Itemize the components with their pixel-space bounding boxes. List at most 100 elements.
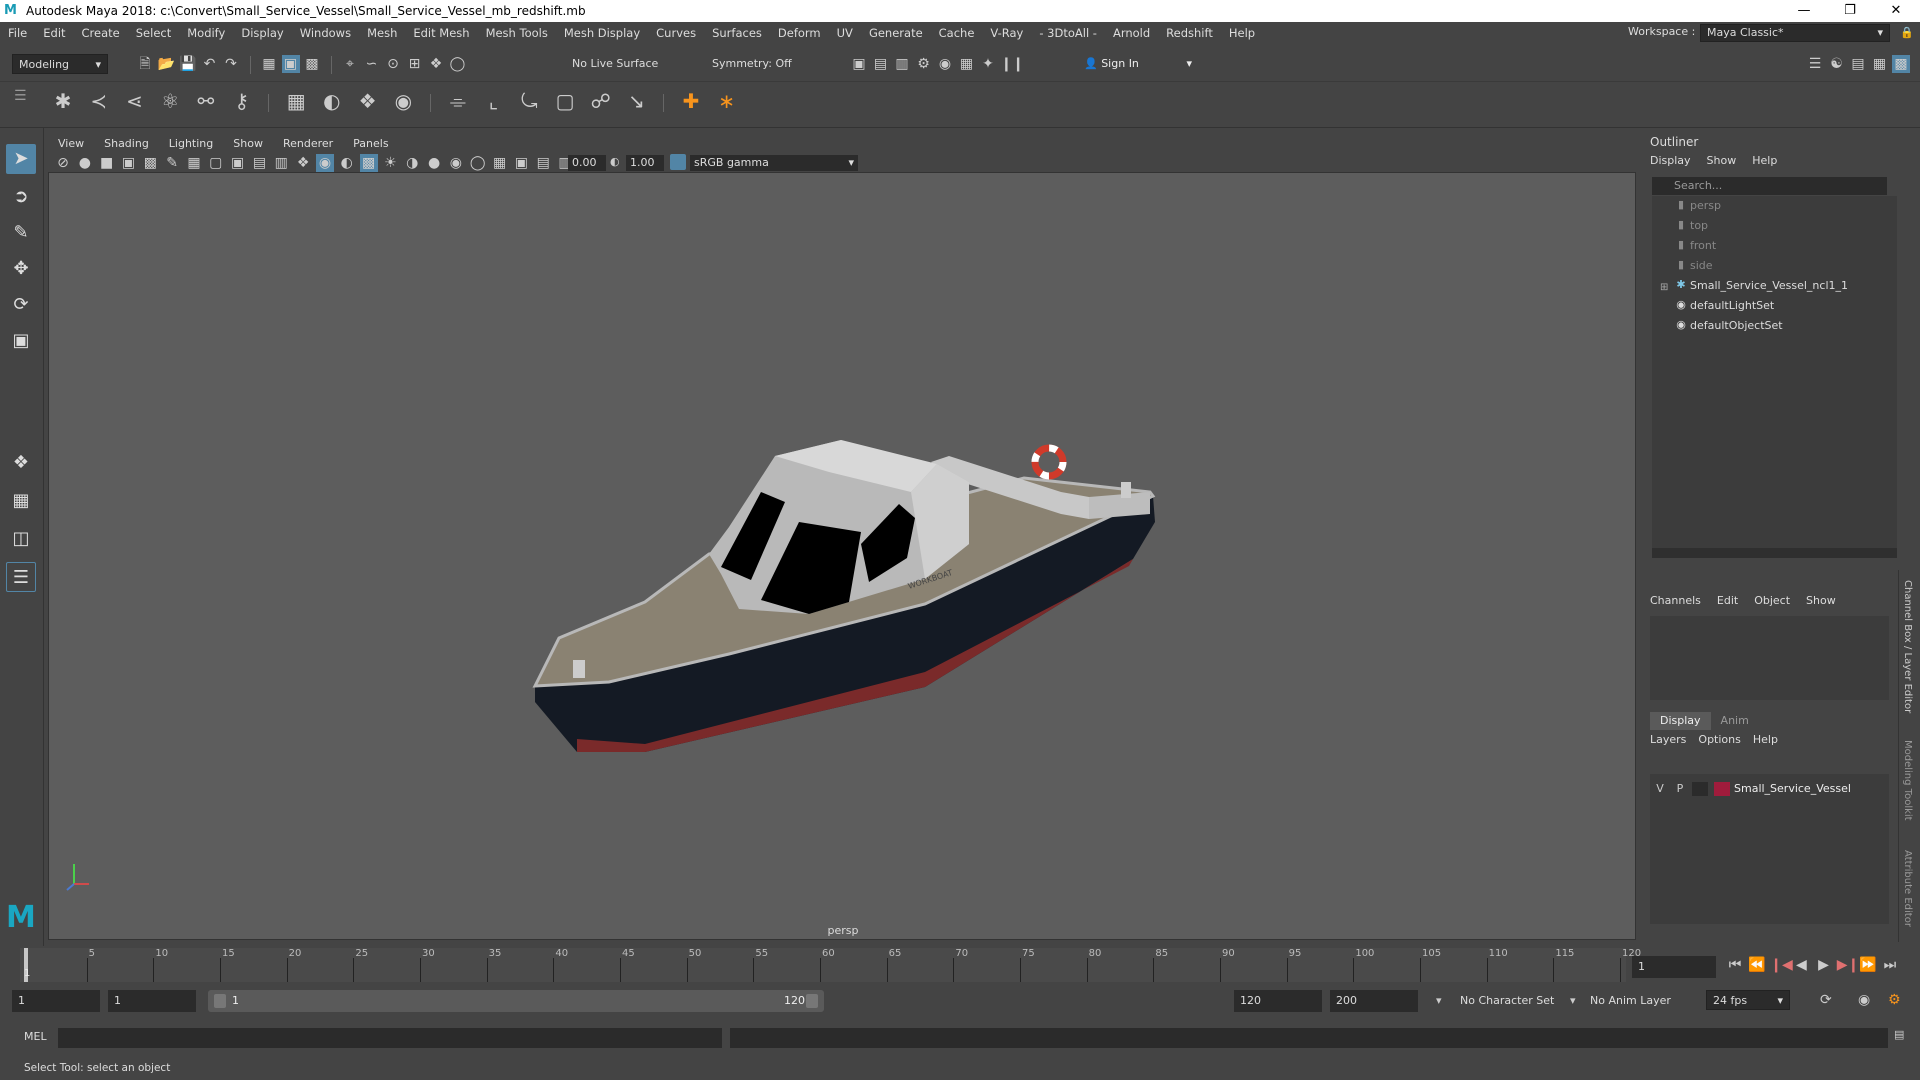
menu-item[interactable]: Edit Mesh xyxy=(405,26,477,40)
point-constraint-icon[interactable]: ∗ xyxy=(712,91,742,111)
safe-action-icon[interactable]: ▥ xyxy=(272,154,290,172)
snap-plane-icon[interactable]: ◯ xyxy=(449,55,467,73)
shadows-icon[interactable]: ◑ xyxy=(403,154,421,172)
snap-surface-icon[interactable]: ❖ xyxy=(427,55,445,73)
character-set-field[interactable]: No Character Set xyxy=(1460,994,1554,1007)
play-backward-icon[interactable]: ◀ xyxy=(1792,956,1810,974)
render-setup-icon[interactable]: ▦ xyxy=(958,55,976,73)
viewport[interactable]: WORKBOAT persp xyxy=(48,133,1636,940)
channel-box-menu-item[interactable]: Show xyxy=(1806,590,1852,612)
current-frame-field[interactable]: 1 xyxy=(1632,956,1716,978)
cluster-icon[interactable]: ◐ xyxy=(317,91,347,111)
two-d-pan-icon[interactable]: ▩ xyxy=(141,154,159,172)
menu-item[interactable]: UV xyxy=(829,26,861,40)
select-tool-icon[interactable]: ➤ xyxy=(6,144,36,174)
joint-tool-icon[interactable]: ✱ xyxy=(48,91,78,111)
screen-space-ao-icon[interactable]: ● xyxy=(425,154,443,172)
flare-deformer-icon[interactable]: ⌞ xyxy=(479,91,509,111)
viewport-menu-item[interactable]: Shading xyxy=(94,137,159,150)
bend-deformer-icon[interactable]: ⌯ xyxy=(443,91,473,111)
smooth-shade-icon[interactable]: ◉ xyxy=(315,154,334,172)
chevron-down-icon[interactable]: ▾ xyxy=(1436,994,1442,1007)
wireframe-icon[interactable]: ❖ xyxy=(294,154,312,172)
outliner-menu-item[interactable]: Show xyxy=(1707,151,1753,171)
layer-menu-item[interactable]: Help xyxy=(1753,730,1790,750)
workspace-dropdown[interactable]: Maya Classic* ▾ xyxy=(1700,24,1890,42)
humanik-skeleton-icon[interactable]: ⚯ xyxy=(191,91,221,111)
channel-box-menu-item[interactable]: Channels xyxy=(1650,590,1717,612)
scale-tool-icon[interactable]: ▣ xyxy=(6,326,36,356)
menu-item[interactable]: Display xyxy=(233,26,291,40)
range-end-handle[interactable] xyxy=(806,994,818,1008)
single-perspective-icon[interactable]: ❖ xyxy=(6,448,36,478)
start-time-field[interactable]: 1 xyxy=(12,990,100,1012)
minimize-icon[interactable]: — xyxy=(1784,0,1824,22)
outliner-item[interactable]: ▮ front xyxy=(1652,236,1897,256)
parent-constraint-icon[interactable]: ✚ xyxy=(676,91,706,111)
anti-aliasing-icon[interactable]: ◯ xyxy=(469,154,487,172)
symmetry-field[interactable]: Symmetry: Off xyxy=(706,54,806,74)
render-frame-icon[interactable]: ▤ xyxy=(872,55,890,73)
soft-mod-icon[interactable]: ↘ xyxy=(621,91,651,111)
squash-deformer-icon[interactable]: ▢ xyxy=(550,91,580,111)
menu-item[interactable]: - 3DtoAll - xyxy=(1031,26,1105,40)
isolate-select-icon[interactable]: ▦ xyxy=(491,154,509,172)
menu-item[interactable]: Curves xyxy=(648,26,704,40)
select-hierarchy-icon[interactable]: ▦ xyxy=(260,55,278,73)
color-space-dropdown[interactable]: sRGB gamma ▾ xyxy=(690,155,858,171)
ik-spline-icon[interactable]: ⋖ xyxy=(119,91,149,111)
outliner-item[interactable]: ▮ persp xyxy=(1652,196,1897,216)
menu-item[interactable]: Select xyxy=(128,26,179,40)
menu-set-dropdown[interactable]: Modeling ▾ xyxy=(12,54,108,74)
snap-curve-icon[interactable]: ∽ xyxy=(363,55,381,73)
menu-item[interactable]: Mesh xyxy=(359,26,405,40)
anim-end-field[interactable]: 200 xyxy=(1330,990,1418,1012)
anim-preferences-icon[interactable]: ⚙ xyxy=(1888,992,1901,1008)
viewport-menu-item[interactable]: Renderer xyxy=(273,137,343,150)
tool-settings-icon[interactable]: ▦ xyxy=(1871,55,1889,73)
step-back-key-icon[interactable]: ⏪ xyxy=(1748,956,1766,974)
layer-visible-toggle[interactable]: V xyxy=(1650,778,1670,800)
range-slider[interactable]: 1 120 xyxy=(208,990,824,1012)
film-gate-icon[interactable]: ▢ xyxy=(207,154,225,172)
channel-box-menu-item[interactable]: Object xyxy=(1754,590,1806,612)
twist-deformer-icon[interactable]: ⤿ xyxy=(514,91,544,111)
new-scene-icon[interactable]: 🗎 xyxy=(136,55,154,73)
bookmark-icon[interactable]: ■ xyxy=(98,154,116,172)
layer-display-type[interactable] xyxy=(1692,782,1708,796)
time-slider[interactable]: 5 10 15 20 25 30 35 40 45 50 55 60 65 70 75 80 85 90 95 100… xyxy=(0,946,1920,984)
exposure-field[interactable]: 0.00 xyxy=(568,155,606,171)
xray-icon[interactable]: ▣ xyxy=(512,154,530,172)
range-start-handle[interactable] xyxy=(214,994,226,1008)
outliner-item[interactable]: ▮ side xyxy=(1652,256,1897,276)
outliner-search-input[interactable]: Search... xyxy=(1652,177,1887,195)
menu-item[interactable]: Redshift xyxy=(1158,26,1221,40)
live-surface-field[interactable]: No Live Surface xyxy=(566,54,666,74)
outliner-menu-item[interactable]: Help xyxy=(1752,151,1793,171)
ik-handle-icon[interactable]: ≺ xyxy=(84,91,114,111)
outliner-layout-icon[interactable]: ☰ xyxy=(6,562,36,592)
anim-start-field[interactable]: 1 xyxy=(108,990,196,1012)
redo-icon[interactable]: ↷ xyxy=(222,55,240,73)
channel-box-menu-item[interactable]: Edit xyxy=(1717,590,1754,612)
select-objects-icon[interactable]: ▣ xyxy=(281,55,300,73)
lock-icon[interactable]: 🔒 xyxy=(1900,26,1914,39)
command-input[interactable] xyxy=(58,1028,722,1048)
chevron-down-icon[interactable]: ▾ xyxy=(1570,994,1576,1007)
auto-key-icon[interactable]: ◉ xyxy=(1858,992,1870,1008)
boat-model[interactable]: WORKBOAT xyxy=(49,134,1637,941)
menu-item[interactable]: Deform xyxy=(770,26,829,40)
layer-playback-toggle[interactable]: P xyxy=(1670,778,1690,800)
sign-in-button[interactable]: 👤 Sign In ▾ xyxy=(1084,54,1196,74)
paint-select-icon[interactable]: ✎ xyxy=(6,218,36,248)
menu-item[interactable]: Mesh Tools xyxy=(478,26,556,40)
menu-item[interactable]: Modify xyxy=(179,26,233,40)
camera-attributes-icon[interactable]: ● xyxy=(76,154,94,172)
layer-color-swatch[interactable] xyxy=(1714,782,1730,796)
two-view-icon[interactable]: ◫ xyxy=(6,524,36,554)
expand-icon[interactable]: ⊞ xyxy=(1660,278,1668,298)
play-forward-icon[interactable]: ▶ xyxy=(1815,956,1833,974)
move-tool-icon[interactable]: ✥ xyxy=(6,254,36,284)
menu-item[interactable]: File xyxy=(0,26,35,40)
image-plane-icon[interactable]: ▣ xyxy=(119,154,137,172)
